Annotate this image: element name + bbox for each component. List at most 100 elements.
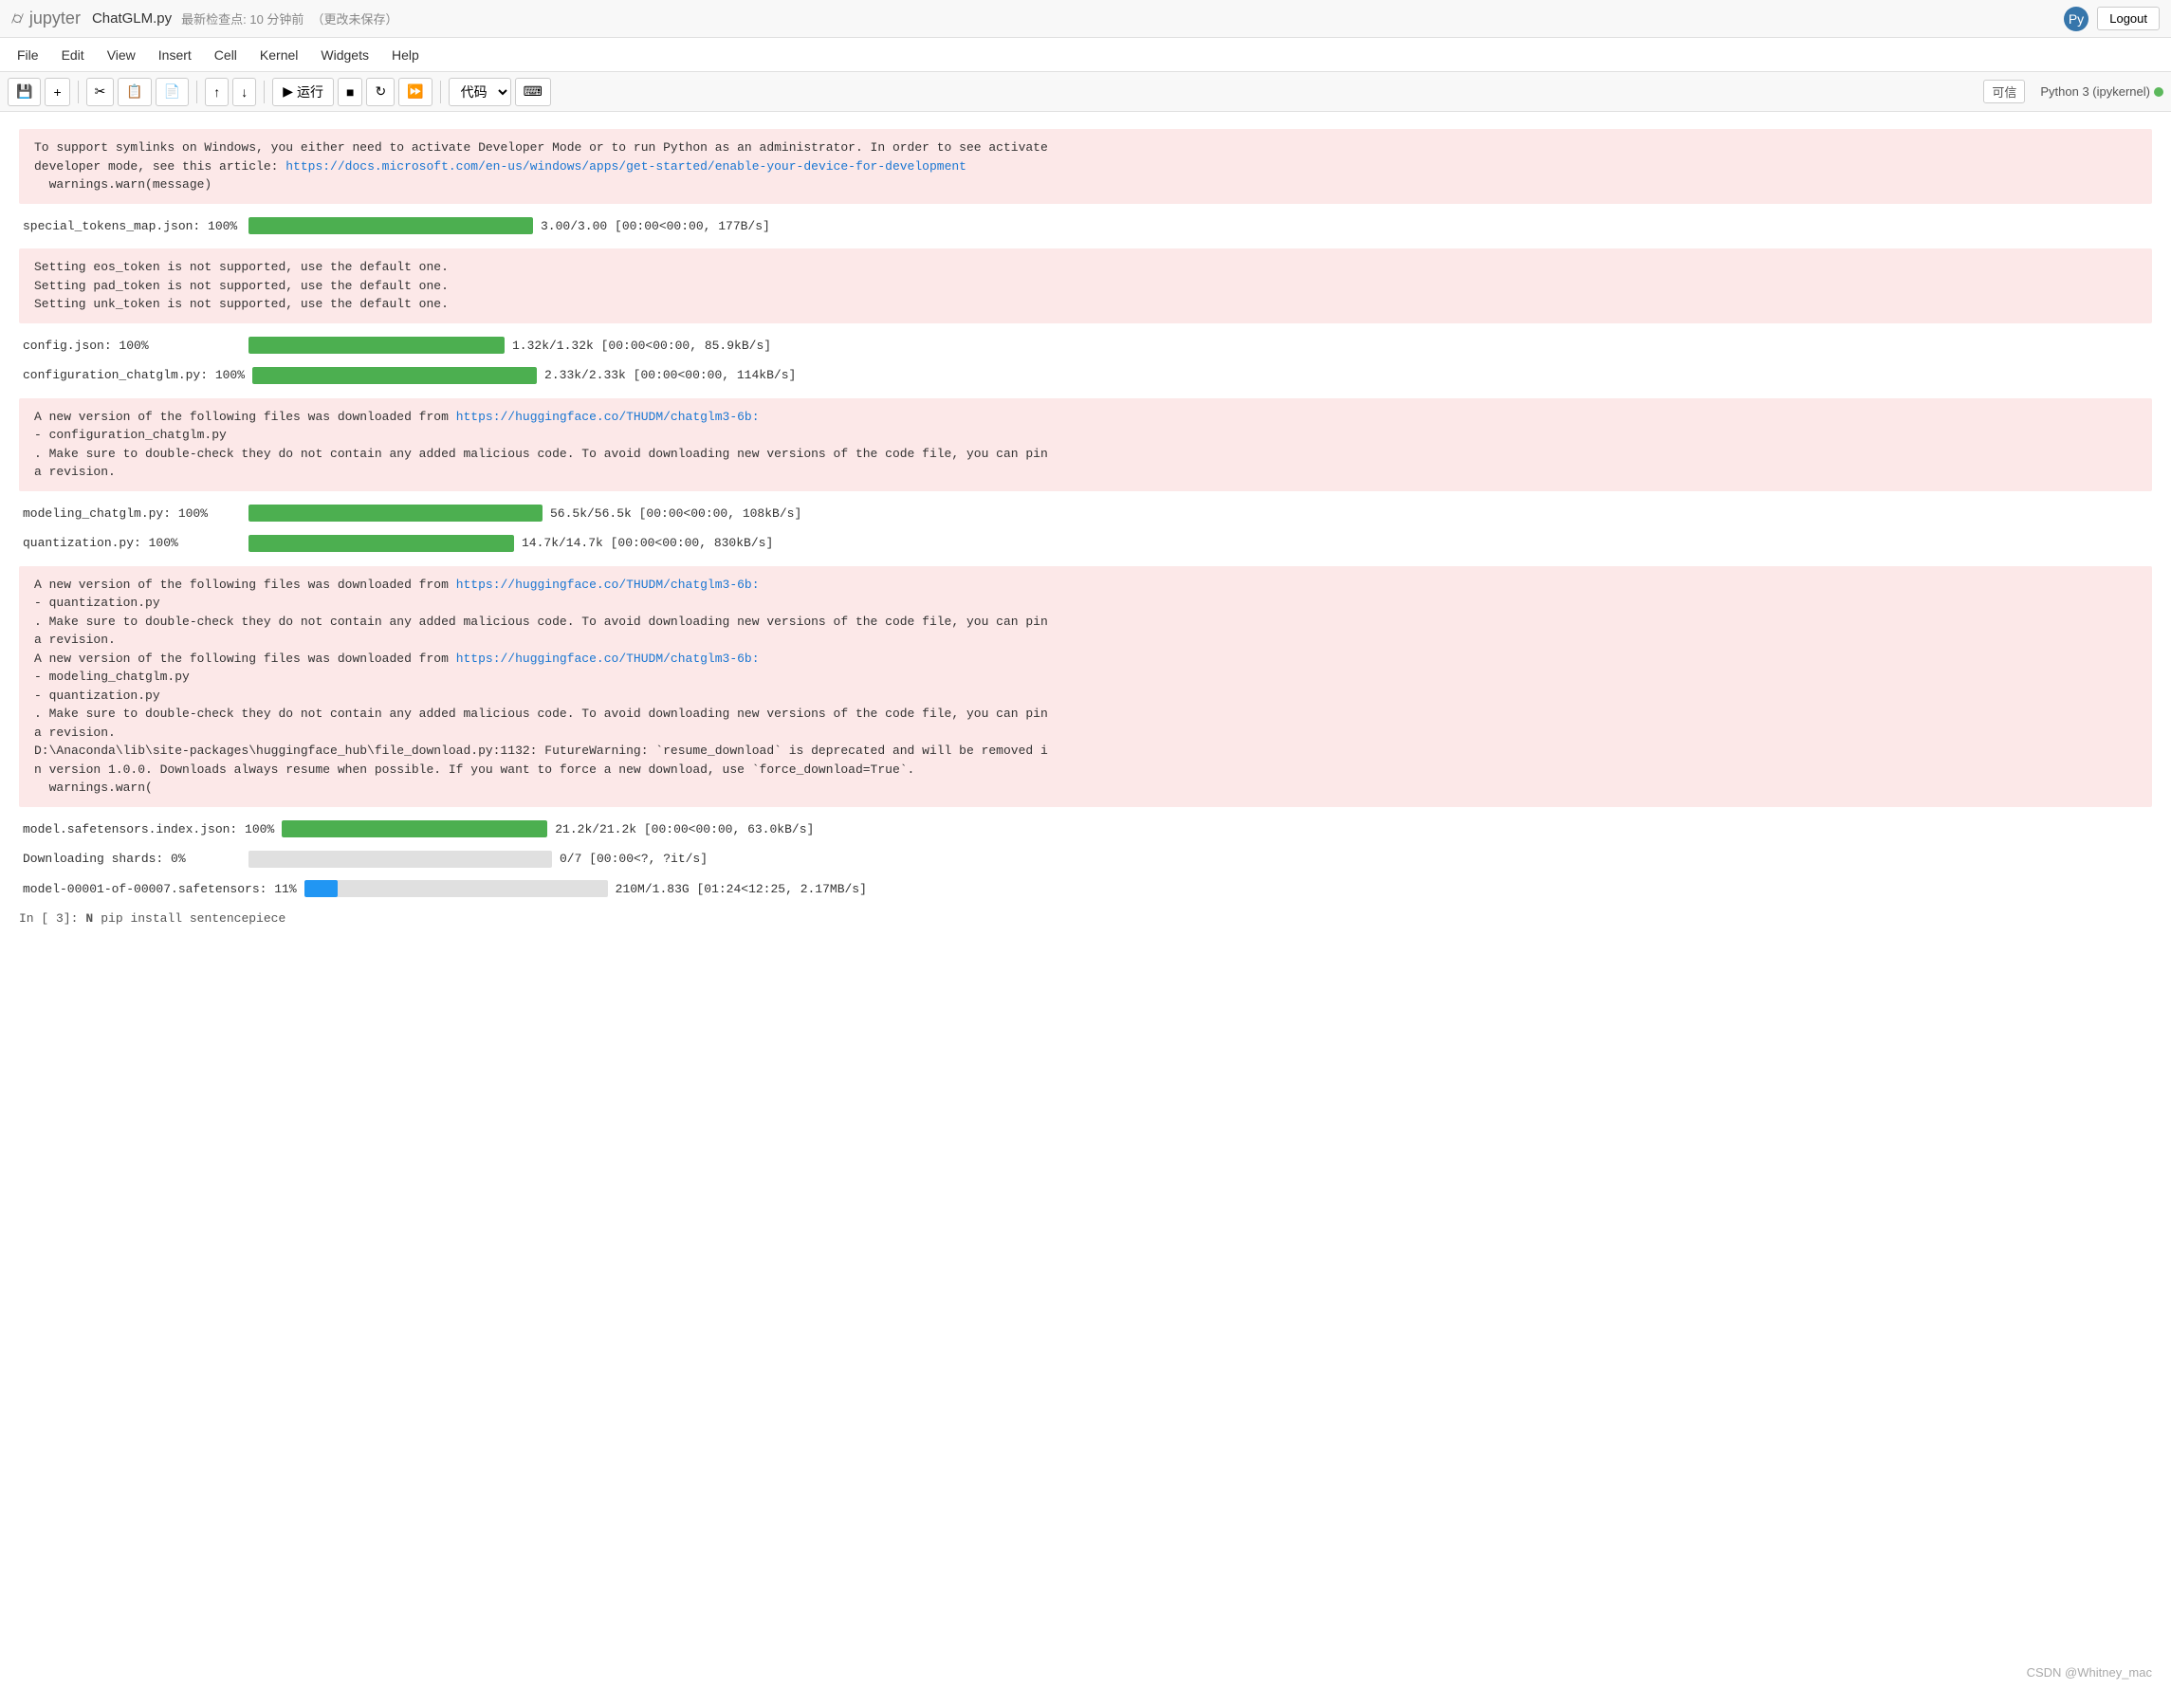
next-cell-code: pip install sentencepiece bbox=[101, 909, 285, 928]
warning-block-4: A new version of the following files was… bbox=[19, 566, 2152, 807]
progress-bar-fill-8 bbox=[304, 880, 338, 897]
progress-row-modeling: modeling_chatglm.py: 100% 56.5k/56.5k [0… bbox=[19, 499, 2152, 529]
warning-block-1: To support symlinks on Windows, you eith… bbox=[19, 129, 2152, 204]
progress-label-3: configuration_chatglm.py: 100% bbox=[23, 366, 245, 385]
progress-bar-fill-5 bbox=[248, 535, 514, 552]
move-down-button[interactable]: ↓ bbox=[232, 78, 256, 106]
progress-bar-1 bbox=[248, 217, 533, 234]
run-icon: ▶ bbox=[283, 83, 293, 100]
jupyter-logo-icon: ⌭ bbox=[11, 9, 24, 28]
top-bar-right: Py Logout bbox=[2063, 6, 2160, 32]
move-up-button[interactable]: ↑ bbox=[205, 78, 229, 106]
progress-stats-6: 21.2k/21.2k [00:00<00:00, 63.0kB/s] bbox=[555, 820, 814, 839]
progress-label-6: model.safetensors.index.json: 100% bbox=[23, 820, 274, 839]
fast-forward-button[interactable]: ⏩ bbox=[398, 78, 432, 106]
menu-kernel[interactable]: Kernel bbox=[250, 44, 307, 66]
progress-bar-fill-3 bbox=[252, 367, 537, 384]
progress-bar-fill-6 bbox=[282, 820, 547, 837]
symlink-link[interactable]: https://docs.microsoft.com/en-us/windows… bbox=[285, 159, 966, 174]
restart-button[interactable]: ↻ bbox=[366, 78, 395, 106]
menu-edit[interactable]: Edit bbox=[52, 44, 94, 66]
progress-bar-8 bbox=[304, 880, 608, 897]
progress-label-4: modeling_chatglm.py: 100% bbox=[23, 505, 241, 523]
kernel-status: Python 3 (ipykernel) bbox=[2040, 84, 2163, 99]
progress-stats-2: 1.32k/1.32k [00:00<00:00, 85.9kB/s] bbox=[512, 337, 771, 356]
cell-running-indicator: N bbox=[85, 909, 93, 928]
watermark: CSDN @Whitney_mac bbox=[2027, 1665, 2152, 1680]
progress-stats-4: 56.5k/56.5k [00:00<00:00, 108kB/s] bbox=[550, 505, 801, 523]
save-button[interactable]: 💾 bbox=[8, 78, 41, 106]
separator-3 bbox=[264, 81, 265, 103]
run-label: 运行 bbox=[297, 83, 323, 101]
progress-row-config: config.json: 100% 1.32k/1.32k [00:00<00:… bbox=[19, 331, 2152, 361]
progress-row-safetensors-index: model.safetensors.index.json: 100% 21.2k… bbox=[19, 815, 2152, 845]
warning-block-3: A new version of the following files was… bbox=[19, 398, 2152, 491]
cut-button[interactable]: ✂ bbox=[86, 78, 115, 106]
menu-help[interactable]: Help bbox=[382, 44, 429, 66]
separator-4 bbox=[440, 81, 441, 103]
progress-stats-7: 0/7 [00:00<?, ?it/s] bbox=[560, 850, 708, 869]
menu-widgets[interactable]: Widgets bbox=[311, 44, 378, 66]
stop-button[interactable]: ■ bbox=[338, 78, 362, 106]
menu-view[interactable]: View bbox=[98, 44, 145, 66]
svg-text:Py: Py bbox=[2069, 11, 2084, 27]
menu-cell[interactable]: Cell bbox=[205, 44, 247, 66]
top-bar: ⌭ jupyter ChatGLM.py 最新检查点: 10 分钟前 （更改未保… bbox=[0, 0, 2171, 38]
warning-block-2: Setting eos_token is not supported, use … bbox=[19, 248, 2152, 323]
progress-label-7: Downloading shards: 0% bbox=[23, 850, 241, 869]
trusted-badge: 可信 bbox=[1983, 80, 2025, 103]
progress-row-shards: Downloading shards: 0% 0/7 [00:00<?, ?it… bbox=[19, 844, 2152, 874]
progress-bar-3 bbox=[252, 367, 537, 384]
kernel-name: Python 3 (ipykernel) bbox=[2040, 84, 2150, 99]
progress-bar-6 bbox=[282, 820, 547, 837]
separator-2 bbox=[196, 81, 197, 103]
progress-row-special-tokens: special_tokens_map.json: 100% 3.00/3.00 … bbox=[19, 211, 2152, 242]
toolbar: 💾 + ✂ 📋 📄 ↑ ↓ ▶ 运行 ■ ↻ ⏩ 代码 ⌨ 可信 Python … bbox=[0, 72, 2171, 112]
menu-file[interactable]: File bbox=[8, 44, 48, 66]
warning-text-3: A new version of the following files was… bbox=[34, 408, 2137, 482]
python-icon: Py bbox=[2063, 6, 2089, 32]
cell-type-select[interactable]: 代码 bbox=[449, 78, 511, 106]
progress-bar-fill-1 bbox=[248, 217, 533, 234]
keyboard-shortcuts-button[interactable]: ⌨ bbox=[515, 78, 551, 106]
jupyter-logo: ⌭ jupyter bbox=[11, 9, 81, 28]
progress-label-1: special_tokens_map.json: 100% bbox=[23, 217, 241, 236]
warning-text-2: Setting eos_token is not supported, use … bbox=[34, 258, 2137, 314]
progress-row-configuration: configuration_chatglm.py: 100% 2.33k/2.3… bbox=[19, 360, 2152, 391]
separator-1 bbox=[78, 81, 79, 103]
progress-label-8: model-00001-of-00007.safetensors: 11% bbox=[23, 880, 297, 899]
huggingface-link-1[interactable]: https://huggingface.co/THUDM/chatglm3-6b… bbox=[456, 410, 760, 424]
kernel-status-dot bbox=[2154, 87, 2163, 97]
logout-button[interactable]: Logout bbox=[2097, 7, 2160, 30]
huggingface-link-3[interactable]: https://huggingface.co/THUDM/chatglm3-6b… bbox=[456, 652, 760, 666]
progress-stats-5: 14.7k/14.7k [00:00<00:00, 830kB/s] bbox=[522, 534, 773, 553]
progress-row-quantization: quantization.py: 100% 14.7k/14.7k [00:00… bbox=[19, 528, 2152, 559]
warning-text-1: To support symlinks on Windows, you eith… bbox=[34, 138, 2137, 194]
checkpoint-info: 最新检查点: 10 分钟前 bbox=[181, 9, 304, 28]
unsaved-note: （更改未保存） bbox=[311, 9, 397, 28]
add-cell-button[interactable]: + bbox=[45, 78, 69, 106]
progress-label-5: quantization.py: 100% bbox=[23, 534, 241, 553]
output-area: To support symlinks on Windows, you eith… bbox=[19, 129, 2152, 934]
progress-bar-4 bbox=[248, 505, 543, 522]
progress-stats-8: 210M/1.83G [01:24<12:25, 2.17MB/s] bbox=[616, 880, 867, 899]
next-cell-row: In [ 3]: N pip install sentencepiece bbox=[19, 904, 2152, 934]
warning-text-4: A new version of the following files was… bbox=[34, 576, 2137, 798]
progress-bar-fill-2 bbox=[248, 337, 505, 354]
progress-bar-fill-4 bbox=[248, 505, 543, 522]
paste-button[interactable]: 📄 bbox=[156, 78, 189, 106]
progress-bar-7 bbox=[248, 851, 552, 868]
notebook-title[interactable]: ChatGLM.py bbox=[92, 10, 172, 27]
huggingface-link-2[interactable]: https://huggingface.co/THUDM/chatglm3-6b… bbox=[456, 578, 760, 592]
copy-button[interactable]: 📋 bbox=[118, 78, 151, 106]
progress-bar-2 bbox=[248, 337, 505, 354]
menu-bar: File Edit View Insert Cell Kernel Widget… bbox=[0, 38, 2171, 72]
cell-number-label: In [ 3]: bbox=[19, 909, 78, 928]
progress-bar-5 bbox=[248, 535, 514, 552]
progress-row-model-shard: model-00001-of-00007.safetensors: 11% 21… bbox=[19, 874, 2152, 905]
progress-label-2: config.json: 100% bbox=[23, 337, 241, 356]
progress-stats-3: 2.33k/2.33k [00:00<00:00, 114kB/s] bbox=[544, 366, 796, 385]
jupyter-logo-text: jupyter bbox=[29, 9, 81, 28]
menu-insert[interactable]: Insert bbox=[149, 44, 201, 66]
run-button[interactable]: ▶ 运行 bbox=[272, 78, 334, 106]
